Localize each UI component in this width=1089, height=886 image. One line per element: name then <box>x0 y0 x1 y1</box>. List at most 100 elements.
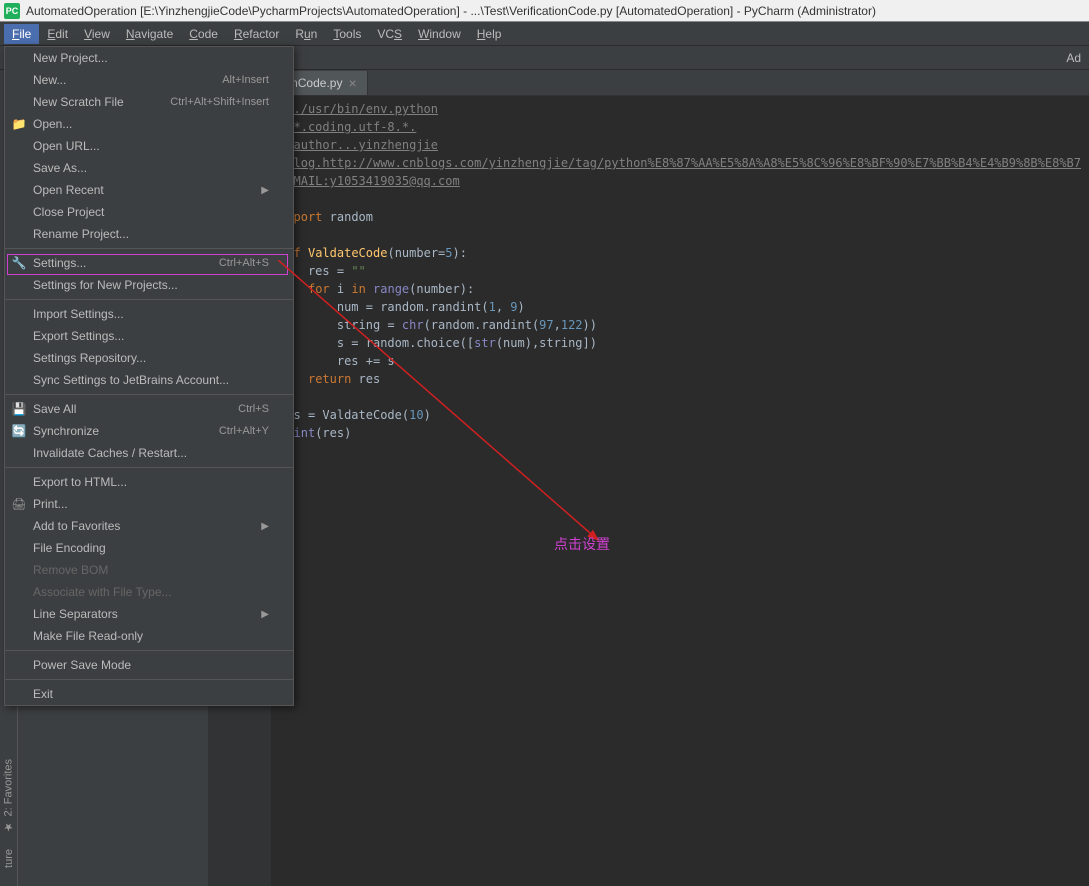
menu-item-label: Add to Favorites <box>33 519 120 533</box>
menu-shortcut: Ctrl+Alt+Shift+Insert <box>170 96 269 108</box>
menu-item-sync-settings-to-jetbrains-account[interactable]: Sync Settings to JetBrains Account... <box>5 369 293 391</box>
code-line[interactable]: res = ValdateCode(10) <box>279 406 1081 424</box>
menu-item-label: Import Settings... <box>33 307 124 321</box>
menu-item-label: Save As... <box>33 161 87 175</box>
menu-item-line-separators[interactable]: Line Separators▶ <box>5 603 293 625</box>
menu-item-make-file-read-only[interactable]: Make File Read-only <box>5 625 293 647</box>
menu-separator <box>5 467 293 468</box>
code-line[interactable]: res = "" <box>279 262 1081 280</box>
menu-item-file-encoding[interactable]: File Encoding <box>5 537 293 559</box>
code-line[interactable]: #blog.http://www.cnblogs.com/yinzhengjie… <box>279 154 1081 172</box>
chevron-right-icon: ▶ <box>261 185 269 196</box>
menu-navigate[interactable]: Navigate <box>118 24 181 44</box>
favorites-tab[interactable]: ★ 2: Favorites <box>0 751 17 841</box>
menu-item-label: Open Recent <box>33 183 104 197</box>
code-line[interactable] <box>279 388 1081 406</box>
menu-separator <box>5 248 293 249</box>
menu-help[interactable]: Help <box>469 24 510 44</box>
menu-item-label: Sync Settings to JetBrains Account... <box>33 373 229 387</box>
menu-item-open[interactable]: 📁 Open... <box>5 113 293 135</box>
menu-item-invalidate-caches-restart[interactable]: Invalidate Caches / Restart... <box>5 442 293 464</box>
menu-item-settings-repository[interactable]: Settings Repository... <box>5 347 293 369</box>
code-line[interactable]: #!./usr/bin/env.python <box>279 100 1081 118</box>
menu-item-label: Make File Read-only <box>33 629 143 643</box>
code-line[interactable]: res += s <box>279 352 1081 370</box>
folder-icon: 📁 <box>11 116 27 132</box>
menu-file[interactable]: File <box>4 24 39 44</box>
menu-separator <box>5 679 293 680</box>
menu-edit[interactable]: Edit <box>39 24 76 44</box>
menu-tools[interactable]: Tools <box>325 24 369 44</box>
wrench-icon: 🔧 <box>11 255 27 271</box>
menu-item-power-save-mode[interactable]: Power Save Mode <box>5 654 293 676</box>
menu-item-import-settings[interactable]: Import Settings... <box>5 303 293 325</box>
menu-item-label: Export to HTML... <box>33 475 127 489</box>
code-line[interactable]: num = random.randint(1, 9) <box>279 298 1081 316</box>
menu-refactor[interactable]: Refactor <box>226 24 287 44</box>
code-line[interactable]: s = random.choice([str(num),string]) <box>279 334 1081 352</box>
code-line[interactable]: return res <box>279 370 1081 388</box>
code-line[interactable]: def ValdateCode(number=5): <box>279 244 1081 262</box>
menu-item-rename-project[interactable]: Rename Project... <box>5 223 293 245</box>
chevron-right-icon: ▶ <box>261 521 269 532</box>
code-line[interactable] <box>279 190 1081 208</box>
menu-item-label: Associate with File Type... <box>33 585 172 599</box>
menu-shortcut: Ctrl+S <box>238 403 269 415</box>
menu-item-new-scratch-file[interactable]: New Scratch File Ctrl+Alt+Shift+Insert <box>5 91 293 113</box>
menu-item-label: Open... <box>33 117 72 131</box>
menu-vcs[interactable]: VCS <box>369 24 410 44</box>
menu-item-label: New Scratch File <box>33 95 124 109</box>
menu-separator <box>5 650 293 651</box>
menu-code[interactable]: Code <box>181 24 226 44</box>
menu-item-label: Power Save Mode <box>33 658 131 672</box>
code-line[interactable]: #EMAIL:y1053419035@qq.com <box>279 172 1081 190</box>
menu-item-open-url[interactable]: Open URL... <box>5 135 293 157</box>
code-line[interactable]: import random <box>279 208 1081 226</box>
menu-item-save-as[interactable]: Save As... <box>5 157 293 179</box>
menu-item-label: Settings for New Projects... <box>33 278 178 292</box>
menu-item-save-all[interactable]: 💾Save AllCtrl+S <box>5 398 293 420</box>
structure-tab[interactable]: ture <box>1 841 17 876</box>
menu-item-label: Export Settings... <box>33 329 124 343</box>
menu-item-export-to-html[interactable]: Export to HTML... <box>5 471 293 493</box>
menu-item-label: Line Separators <box>33 607 118 621</box>
menu-item-add-to-favorites[interactable]: Add to Favorites ▶ <box>5 515 293 537</box>
menu-item-export-settings[interactable]: Export Settings... <box>5 325 293 347</box>
code-area[interactable]: 1234567891011121314151617181920 ⊟ ⊟ #!./… <box>209 96 1089 886</box>
menu-window[interactable]: Window <box>410 24 469 44</box>
menu-separator <box>5 394 293 395</box>
code-line[interactable]: string = chr(random.randint(97,122)) <box>279 316 1081 334</box>
menu-item-synchronize[interactable]: 🔄SynchronizeCtrl+Alt+Y <box>5 420 293 442</box>
menu-item-exit[interactable]: Exit <box>5 683 293 705</box>
menu-item-settings-for-new-projects[interactable]: Settings for New Projects... <box>5 274 293 296</box>
menu-view[interactable]: View <box>76 24 118 44</box>
add-config-button[interactable]: Ad <box>1066 51 1085 65</box>
menu-run[interactable]: Run <box>287 24 325 44</box>
menu-item-label: Synchronize <box>33 424 99 438</box>
menu-item-settings[interactable]: 🔧Settings...Ctrl+Alt+S <box>5 252 293 274</box>
code-line[interactable] <box>279 442 1081 460</box>
menu-separator <box>5 299 293 300</box>
code-line[interactable]: #@author...yinzhengjie <box>279 136 1081 154</box>
code-line[interactable] <box>279 226 1081 244</box>
menu-item-label: Print... <box>33 497 68 511</box>
menu-item-label: Open URL... <box>33 139 100 153</box>
close-icon[interactable]: × <box>348 75 356 91</box>
code-line[interactable]: print(res) <box>279 424 1081 442</box>
code-line[interactable]: # *.coding.utf-8.*. <box>279 118 1081 136</box>
menu-item-label: Remove BOM <box>33 563 108 577</box>
menubar: File Edit View Navigate Code Refactor Ru… <box>0 22 1089 46</box>
menu-shortcut: Ctrl+Alt+S <box>219 257 269 269</box>
menu-item-new[interactable]: New...Alt+Insert <box>5 69 293 91</box>
menu-item-close-project[interactable]: Close Project <box>5 201 293 223</box>
menu-item-label: Exit <box>33 687 53 701</box>
menu-item-new-project[interactable]: New Project... <box>5 47 293 69</box>
code-content[interactable]: #!./usr/bin/env.python# *.coding.utf-8.*… <box>271 96 1089 886</box>
pycharm-icon: PC <box>4 3 20 19</box>
window-title: AutomatedOperation [E:\YinzhengjieCode\P… <box>26 4 876 18</box>
menu-item-print[interactable]: 🖨Print... <box>5 493 293 515</box>
menu-shortcut: Alt+Insert <box>222 74 269 86</box>
menu-item-associate-with-file-type: Associate with File Type... <box>5 581 293 603</box>
code-line[interactable]: for i in range(number): <box>279 280 1081 298</box>
menu-item-open-recent[interactable]: Open Recent ▶ <box>5 179 293 201</box>
